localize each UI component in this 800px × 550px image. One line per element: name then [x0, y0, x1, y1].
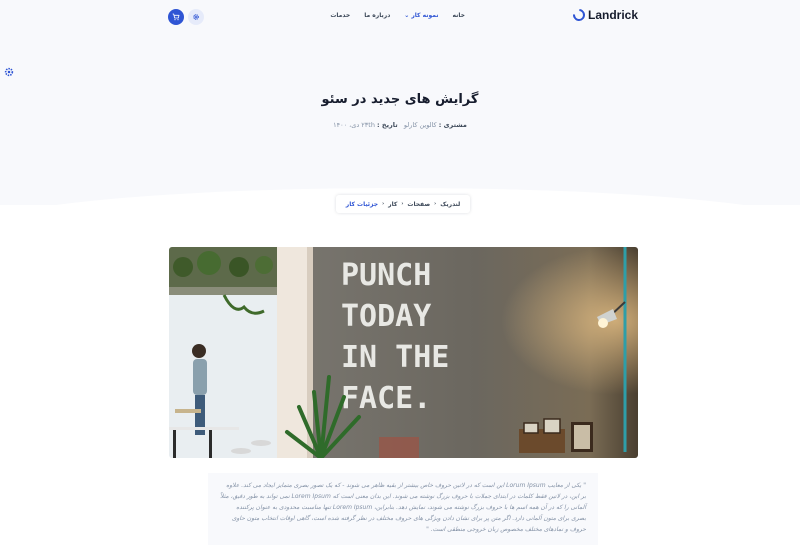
- nav-item-portfolio[interactable]: نمونه کار ⌄: [404, 12, 438, 19]
- main-nav: خانه نمونه کار ⌄ درباره ما خدمات: [325, 12, 465, 19]
- gear-icon: [193, 14, 199, 20]
- project-meta: مشتری : کالوین کارلو تاریخ : ۲۳th دی، ۱۴…: [0, 121, 800, 129]
- cart-icon: [172, 13, 180, 21]
- breadcrumb-item-home[interactable]: لندریک: [440, 201, 460, 208]
- chevron-left-icon: ‹: [382, 201, 385, 207]
- breadcrumb-item-current: جزئیات کار: [345, 200, 379, 208]
- project-photo: PUNCH TODAY IN THE FACE.: [169, 247, 638, 458]
- page-title: گرایش های جدید در سئو: [321, 92, 479, 107]
- wall-text-line-2: TODAY: [341, 299, 431, 334]
- settings-button[interactable]: [188, 9, 204, 25]
- nav-item-about[interactable]: درباره ما: [364, 12, 390, 19]
- breadcrumb-item-pages[interactable]: صفحات: [407, 201, 430, 208]
- brand-logo[interactable]: Landrick: [570, 6, 638, 24]
- chevron-down-icon: ⌄: [404, 12, 410, 19]
- nav-item-home[interactable]: خانه: [453, 12, 465, 19]
- wall-text-line-4: FACE.: [341, 381, 431, 416]
- breadcrumb: لندریک ‹ صفحات ‹ کار ‹ جزئیات کار: [336, 195, 470, 213]
- client-value: کالوین کارلو: [403, 121, 437, 129]
- side-settings-toggle[interactable]: [3, 66, 15, 78]
- date-label: تاریخ :: [377, 121, 398, 129]
- chevron-left-icon: ‹: [434, 201, 437, 207]
- project-quote: " یکی از معایب Lorum Ipsum این است که در…: [208, 473, 598, 545]
- gear-icon: [4, 67, 14, 77]
- wall-text-line-1: PUNCH: [341, 258, 431, 293]
- chevron-left-icon: ‹: [401, 201, 404, 207]
- logo-mark-icon: [570, 6, 588, 24]
- nav-item-portfolio-label: نمونه کار: [411, 12, 439, 19]
- client-label: مشتری :: [438, 121, 467, 129]
- cart-button[interactable]: [168, 9, 184, 25]
- date-value: ۲۳th دی، ۱۴۰۰: [333, 121, 375, 129]
- breadcrumb-item-work[interactable]: کار: [388, 201, 397, 208]
- nav-item-services[interactable]: خدمات: [330, 12, 350, 19]
- wall-text-line-3: IN THE: [341, 340, 449, 375]
- brand-name: Landrick: [587, 8, 638, 22]
- top-navbar: Landrick خانه نمونه کار ⌄ درباره ما خدما…: [0, 0, 800, 34]
- office-photo-illustration: PUNCH TODAY IN THE FACE.: [169, 247, 638, 458]
